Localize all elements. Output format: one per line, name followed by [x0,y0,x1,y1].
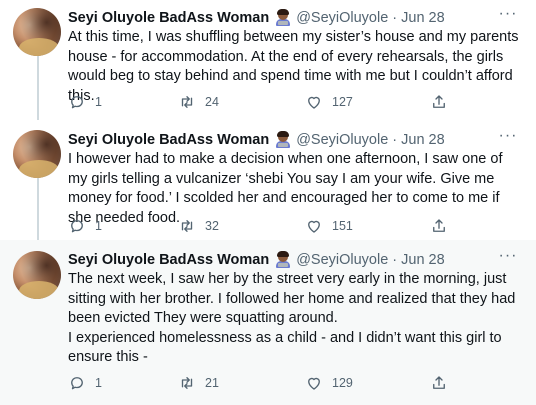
more-options-icon[interactable]: ··· [498,248,518,269]
retweet-icon [181,96,193,108]
technologist-emoji-icon [275,251,291,268]
heart-icon [308,220,320,233]
share-button[interactable] [430,93,448,111]
heart-icon [308,96,320,109]
more-options-icon[interactable]: ··· [498,128,518,149]
user-handle[interactable]: @SeyiOluyole [296,10,388,26]
avatar[interactable] [13,251,61,299]
tweet-actions: 1 32 151 [68,216,468,236]
tweet-header: Seyi Oluyole BadAss Woman @SeyiOluyole ·… [68,9,445,27]
reply-icon [71,96,83,109]
more-options-icon[interactable]: ··· [498,6,518,27]
like-count: 129 [332,376,353,390]
like-button[interactable]: 151 [305,217,353,235]
retweet-icon [181,377,193,389]
share-icon [433,219,445,232]
like-button[interactable]: 129 [305,374,353,392]
reply-button[interactable]: 1 [68,217,102,235]
reply-count: 1 [95,219,102,233]
display-name[interactable]: Seyi Oluyole BadAss Woman [68,10,269,26]
reply-count: 1 [95,376,102,390]
tweet-actions: 1 24 127 [68,92,468,112]
share-icon [433,376,445,389]
user-handle[interactable]: @SeyiOluyole [296,132,388,148]
reply-icon [71,377,83,390]
retweet-count: 32 [205,219,219,233]
user-handle[interactable]: @SeyiOluyole [296,252,388,268]
tweet-date[interactable]: Jun 28 [401,10,445,26]
tweet[interactable]: Seyi Oluyole BadAss Woman @SeyiOluyole ·… [0,120,536,240]
retweet-count: 21 [205,376,219,390]
heart-icon [308,377,320,390]
share-button[interactable] [430,374,448,392]
reply-icon [71,220,83,233]
avatar[interactable] [13,8,61,56]
display-name[interactable]: Seyi Oluyole BadAss Woman [68,132,269,148]
tweet-header: Seyi Oluyole BadAss Woman @SeyiOluyole ·… [68,251,445,269]
tweet-actions: 1 21 129 [68,373,468,393]
tweet-date[interactable]: Jun 28 [401,252,445,268]
share-icon [433,95,445,108]
separator-dot: · [392,252,398,268]
like-button[interactable]: 127 [305,93,353,111]
separator-dot: · [392,10,398,26]
display-name[interactable]: Seyi Oluyole BadAss Woman [68,252,269,268]
share-button[interactable] [430,217,448,235]
reply-button[interactable]: 1 [68,93,102,111]
tweet-header: Seyi Oluyole BadAss Woman @SeyiOluyole ·… [68,131,445,149]
like-count: 127 [332,95,353,109]
technologist-emoji-icon [275,9,291,26]
reply-button[interactable]: 1 [68,374,102,392]
like-count: 151 [332,219,353,233]
tweet-text: The next week, I saw her by the street v… [68,271,516,366]
avatar[interactable] [13,130,61,178]
reply-count: 1 [95,95,102,109]
retweet-count: 24 [205,95,219,109]
retweet-button[interactable]: 21 [178,374,219,392]
retweet-button[interactable]: 24 [178,93,219,111]
tweet[interactable]: Seyi Oluyole BadAss Woman @SeyiOluyole ·… [0,0,536,120]
technologist-emoji-icon [275,131,291,148]
retweet-icon [181,220,193,232]
separator-dot: · [392,132,398,148]
tweet-date[interactable]: Jun 28 [401,132,445,148]
tweet[interactable]: Seyi Oluyole BadAss Woman @SeyiOluyole ·… [0,240,536,405]
retweet-button[interactable]: 32 [178,217,219,235]
